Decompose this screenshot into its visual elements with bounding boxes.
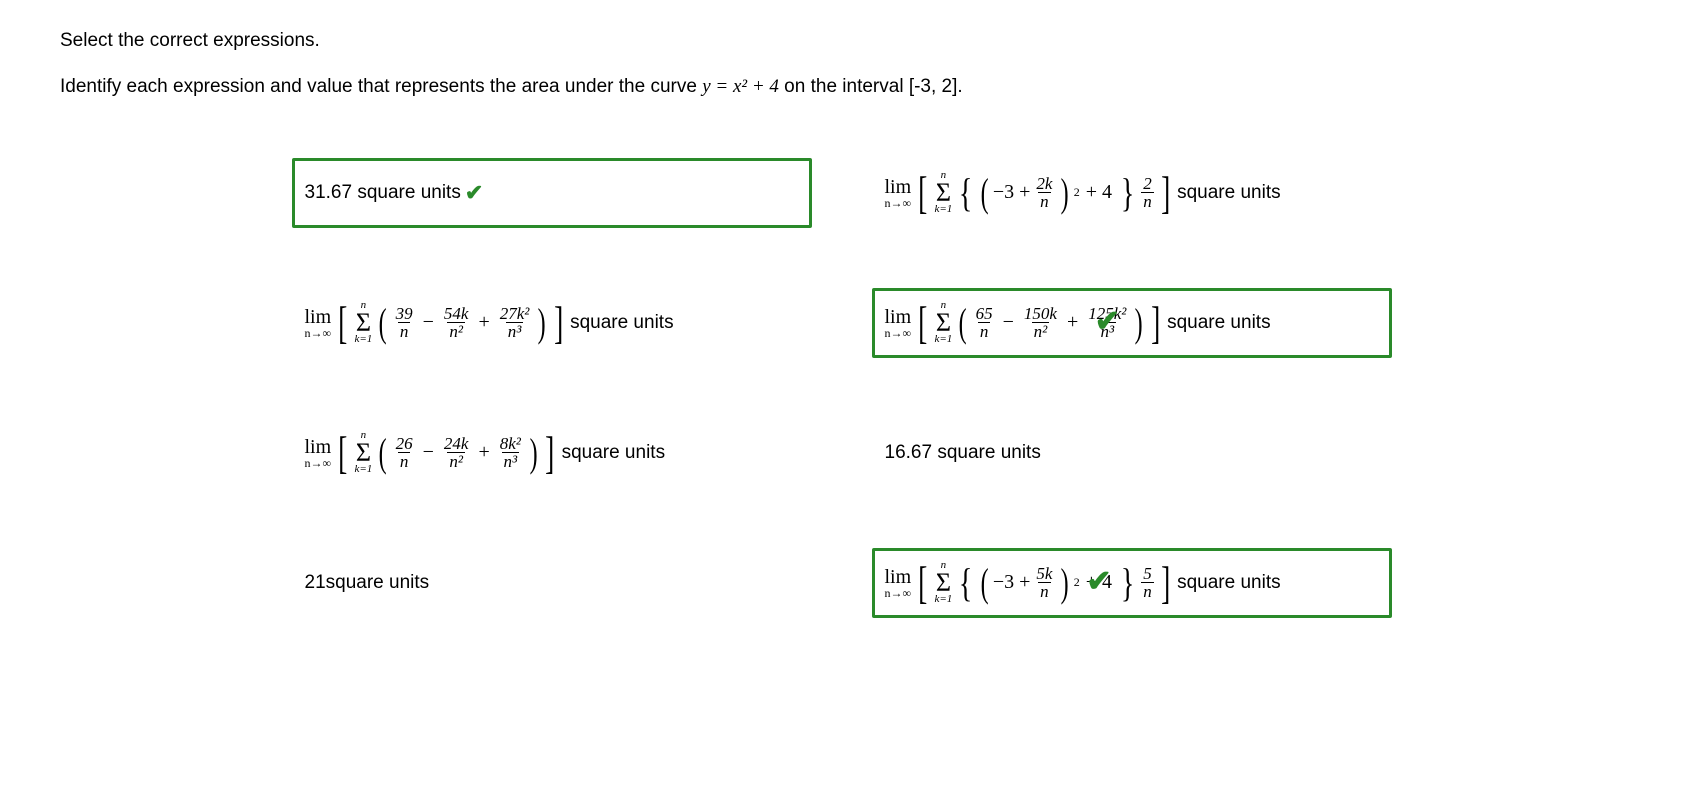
tile-d-formula: limn→∞ [ nΣk=1 ( 65n − 150kn² + 125k²n³ … — [885, 301, 1164, 344]
units-label: square units — [1177, 182, 1281, 204]
check-icon: ✔ — [465, 180, 483, 206]
units-label: square units — [570, 312, 674, 334]
prompt-text: Identify each expression and value that … — [60, 76, 1623, 98]
tile-f[interactable]: 16.67 square units — [872, 418, 1392, 488]
tile-h[interactable]: limn→∞ [ nΣk=1 { ( −3 + 5kn )2 + 4 ✔ } 5… — [872, 548, 1392, 618]
tile-h-formula: limn→∞ [ nΣk=1 { ( −3 + 5kn )2 + 4 ✔ } 5… — [885, 561, 1174, 604]
units-label: square units — [1167, 312, 1271, 334]
tile-g-text: 21square units — [305, 572, 430, 594]
tile-c[interactable]: limn→∞ [ nΣk=1 ( 39n − 54kn² + 27k²n³ ) … — [292, 288, 812, 358]
tile-d[interactable]: limn→∞ [ nΣk=1 ( 65n − 150kn² + 125k²n³ … — [872, 288, 1392, 358]
tile-f-text: 16.67 square units — [885, 442, 1041, 464]
tile-a[interactable]: 31.67 square units ✔ — [292, 158, 812, 228]
tile-e[interactable]: limn→∞ [ nΣk=1 ( 26n − 24kn² + 8k²n³ ) ]… — [292, 418, 812, 488]
tile-g[interactable]: 21square units — [292, 548, 812, 618]
units-label: square units — [562, 442, 666, 464]
units-label: square units — [1177, 572, 1281, 594]
instruction-text: Select the correct expressions. — [60, 30, 1623, 52]
tile-a-text: 31.67 square units — [305, 182, 461, 204]
answer-grid: 31.67 square units ✔ limn→∞ [ nΣk=1 { ( … — [292, 158, 1392, 618]
tile-b-formula: limn→∞ [ nΣk=1 { ( −3 + 2kn )2 + 4 } 2n … — [885, 171, 1174, 214]
tile-e-formula: limn→∞ [ nΣk=1 ( 26n − 24kn² + 8k²n³ ) ] — [305, 431, 558, 474]
tile-c-formula: limn→∞ [ nΣk=1 ( 39n − 54kn² + 27k²n³ ) … — [305, 301, 567, 344]
tile-b[interactable]: limn→∞ [ nΣk=1 { ( −3 + 2kn )2 + 4 } 2n … — [872, 158, 1392, 228]
